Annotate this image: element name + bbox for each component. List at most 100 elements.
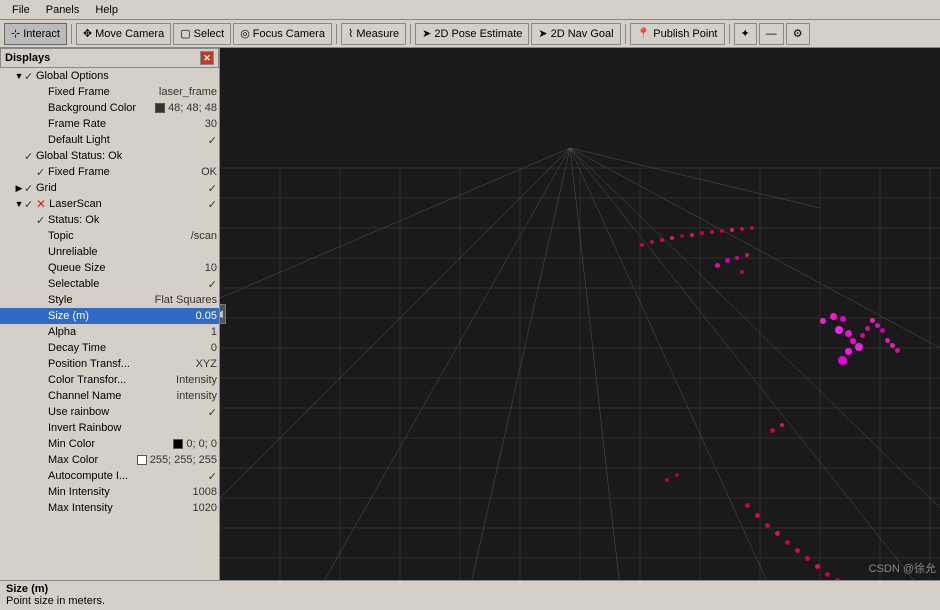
- toolbar-2d-nav[interactable]: ➤ 2D Nav Goal: [531, 23, 620, 45]
- check-icon: ✓: [24, 70, 36, 83]
- scan-point: [885, 338, 890, 343]
- scan-point: [815, 564, 820, 569]
- toolbar-focus-camera[interactable]: ◎ Focus Camera: [233, 23, 332, 45]
- tree-row[interactable]: Channel Nameintensity: [0, 388, 219, 404]
- tree-row[interactable]: Default Light✓: [0, 132, 219, 148]
- tree-value: Intensity: [172, 374, 217, 386]
- tree-row[interactable]: Unreliable: [0, 244, 219, 260]
- scan-point: [745, 253, 749, 257]
- toolbar-sep-3: [410, 24, 411, 44]
- scan-point: [835, 578, 840, 580]
- tree-row[interactable]: Min Intensity1008: [0, 484, 219, 500]
- toolbar-2d-pose[interactable]: ➤ 2D Pose Estimate: [415, 23, 529, 45]
- tree-row[interactable]: Fixed Framelaser_frame: [0, 84, 219, 100]
- tree-row[interactable]: Decay Time0: [0, 340, 219, 356]
- tree-value: ✓: [204, 198, 217, 211]
- tree-row[interactable]: StyleFlat Squares: [0, 292, 219, 308]
- tree-row[interactable]: ▼✓✕ LaserScan✓: [0, 196, 219, 212]
- toolbar-measure[interactable]: ⌇ Measure: [341, 23, 406, 45]
- scan-point: [838, 356, 847, 365]
- toolbar-extra1[interactable]: ✦: [734, 23, 757, 45]
- expand-icon[interactable]: ▼: [14, 71, 24, 81]
- tree-label: Queue Size: [48, 262, 201, 274]
- tree-panel[interactable]: ▼✓Global Options Fixed Framelaser_frame …: [0, 68, 219, 580]
- tree-row[interactable]: Invert Rainbow: [0, 420, 219, 436]
- collapse-panel-arrow[interactable]: ◀: [220, 304, 226, 324]
- tree-label: Min Color: [48, 438, 169, 450]
- check-placeholder: [36, 422, 48, 434]
- tree-row[interactable]: ✓Status: Ok: [0, 212, 219, 228]
- toolbar-select[interactable]: ▢ Select: [173, 23, 231, 45]
- scan-point: [665, 478, 669, 482]
- color-box: [137, 455, 147, 465]
- tree-row[interactable]: ▶✓Grid✓: [0, 180, 219, 196]
- status-title: Size (m): [6, 583, 48, 595]
- tree-value: OK: [197, 166, 217, 178]
- check-placeholder: [36, 230, 48, 242]
- scan-point: [850, 338, 856, 344]
- tree-label: Topic: [48, 230, 187, 242]
- toolbar-publish-point[interactable]: 📍 Publish Point: [630, 23, 725, 45]
- tree-row[interactable]: Frame Rate30: [0, 116, 219, 132]
- tree-row[interactable]: Use rainbow✓: [0, 404, 219, 420]
- expand-icon[interactable]: ▶: [14, 183, 24, 194]
- tree-row[interactable]: ▼✓Global Options: [0, 68, 219, 84]
- main-area: Displays ✕ ▼✓Global Options Fixed Framel…: [0, 48, 940, 580]
- scan-point: [640, 243, 644, 247]
- expand-placeholder: [26, 359, 36, 369]
- displays-close-button[interactable]: ✕: [200, 51, 214, 65]
- tree-value: 1: [207, 326, 217, 338]
- toolbar-sep-2: [336, 24, 337, 44]
- check-placeholder: [36, 246, 48, 258]
- check-placeholder: [36, 390, 48, 402]
- tree-label: Invert Rainbow: [48, 422, 217, 434]
- scan-point: [730, 228, 734, 232]
- scan-point: [830, 313, 837, 320]
- tree-row[interactable]: Autocompute I...✓: [0, 468, 219, 484]
- expand-placeholder: [26, 247, 36, 257]
- menu-file[interactable]: File: [4, 2, 38, 18]
- check-placeholder: [36, 278, 48, 290]
- tree-label: Style: [48, 294, 151, 306]
- tree-row[interactable]: Max Color255; 255; 255: [0, 452, 219, 468]
- scan-point: [710, 230, 714, 234]
- expand-icon[interactable]: ▼: [14, 199, 24, 209]
- tree-value: laser_frame: [155, 86, 217, 98]
- tree-label: Min Intensity: [48, 486, 189, 498]
- tree-row[interactable]: Alpha1: [0, 324, 219, 340]
- expand-placeholder: [26, 375, 36, 385]
- tree-row[interactable]: Background Color48; 48; 48: [0, 100, 219, 116]
- toolbar-extra3[interactable]: ⚙: [786, 23, 810, 45]
- scan-point: [765, 523, 770, 528]
- expand-placeholder: [26, 135, 36, 145]
- tree-row[interactable]: ✓Global Status: Ok: [0, 148, 219, 164]
- expand-placeholder: [26, 423, 36, 433]
- menu-help[interactable]: Help: [87, 2, 126, 18]
- tree-row[interactable]: Size (m)0.05: [0, 308, 219, 324]
- toolbar-interact[interactable]: ⊹ Interact: [4, 23, 67, 45]
- check-placeholder: [36, 102, 48, 114]
- tree-row[interactable]: Selectable✓: [0, 276, 219, 292]
- scan-point: [740, 270, 744, 274]
- check-placeholder: [36, 438, 48, 450]
- menu-panels[interactable]: Panels: [38, 2, 88, 18]
- scan-point: [795, 548, 800, 553]
- toolbar-extra2[interactable]: —: [759, 23, 784, 45]
- check-placeholder: [36, 134, 48, 146]
- 3d-viewport[interactable]: ◀: [220, 48, 940, 580]
- tree-row[interactable]: Queue Size10: [0, 260, 219, 276]
- tree-row[interactable]: Min Color0; 0; 0: [0, 436, 219, 452]
- expand-placeholder: [26, 231, 36, 241]
- scan-point: [745, 503, 750, 508]
- scan-point: [660, 238, 664, 242]
- check-placeholder: [36, 86, 48, 98]
- status-description: Point size in meters.: [6, 595, 105, 607]
- tree-row[interactable]: Color Transfor...Intensity: [0, 372, 219, 388]
- check-placeholder: [36, 454, 48, 466]
- expand-placeholder: [26, 471, 36, 481]
- toolbar-move-camera[interactable]: ✥ Move Camera: [76, 23, 171, 45]
- tree-row[interactable]: Topic/scan: [0, 228, 219, 244]
- tree-row[interactable]: ✓Fixed FrameOK: [0, 164, 219, 180]
- tree-row[interactable]: Position Transf...XYZ: [0, 356, 219, 372]
- tree-row[interactable]: Max Intensity1020: [0, 500, 219, 516]
